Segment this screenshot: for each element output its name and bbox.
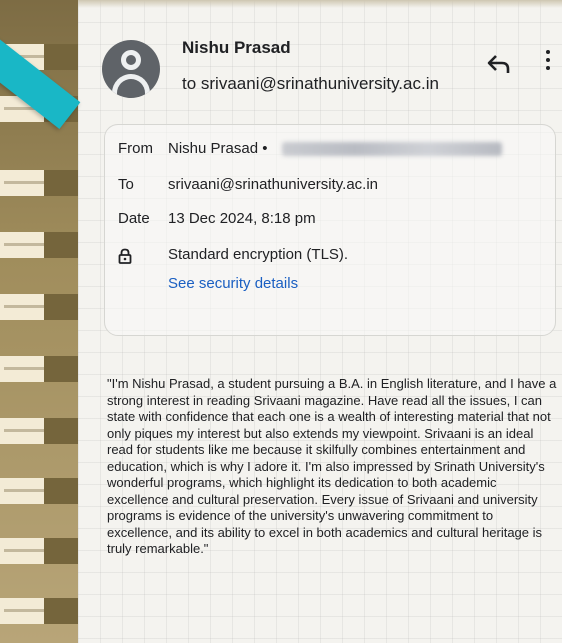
notebook-ring [0, 598, 88, 624]
notebook-ring [0, 356, 88, 382]
notebook-ring [0, 418, 88, 444]
sender-name[interactable]: Nishu Prasad [182, 38, 291, 58]
person-avatar-icon[interactable] [102, 40, 160, 98]
notebook-ring [0, 232, 88, 258]
encryption-status: Standard encryption (TLS). [168, 246, 349, 263]
notebook-ring [0, 170, 88, 196]
notebook-ring [0, 294, 88, 320]
date-value: 13 Dec 2024, 8:18 pm [168, 210, 316, 227]
redacted-sender-email [282, 142, 502, 156]
date-label: Date [118, 210, 150, 227]
recipient-summary[interactable]: to srivaani@srinathuniversity.ac.in [182, 74, 439, 94]
email-body-text: "I'm Nishu Prasad, a student pursuing a … [107, 376, 557, 556]
more-vert-icon[interactable] [545, 50, 551, 72]
notebook-ring [0, 538, 88, 564]
reply-icon[interactable] [487, 54, 511, 74]
lock-icon [118, 248, 132, 264]
from-value: Nishu Prasad • [168, 140, 268, 157]
to-label: To [118, 176, 134, 193]
notebook-ring [0, 478, 88, 504]
from-label: From [118, 140, 153, 157]
paper-shadow [78, 0, 562, 8]
to-value: srivaani@srinathuniversity.ac.in [168, 176, 379, 193]
security-details-link[interactable]: See security details [168, 275, 298, 292]
